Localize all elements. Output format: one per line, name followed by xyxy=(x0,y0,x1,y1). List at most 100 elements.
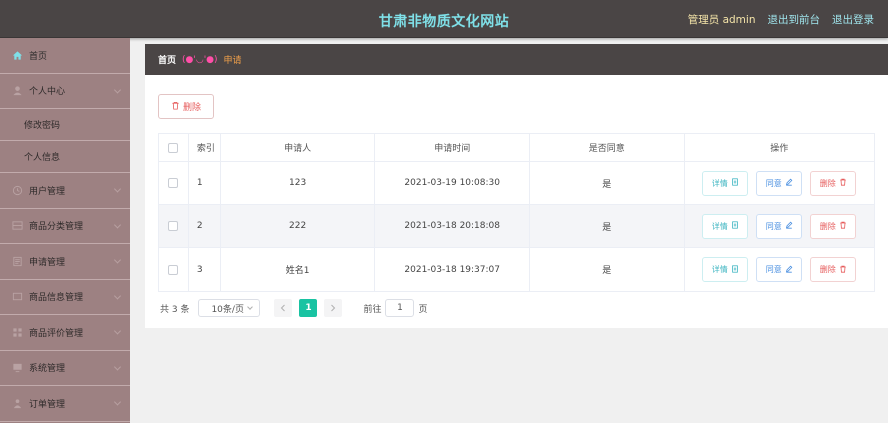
row-checkbox[interactable] xyxy=(168,264,179,275)
delete-button[interactable]: 删除 xyxy=(810,213,857,239)
agree-label: 同意 xyxy=(765,265,782,274)
row-checkbox-cell xyxy=(159,162,189,204)
chevron-down-icon xyxy=(113,292,122,300)
agree-button[interactable]: 同意 xyxy=(756,213,803,239)
cell-applicant: 222 xyxy=(221,205,376,247)
header-index: 索引 xyxy=(189,134,221,161)
sidebar-item-home[interactable]: 首页 xyxy=(0,38,130,74)
cell-applicant: 123 xyxy=(221,162,376,204)
row-checkbox-cell xyxy=(159,248,189,291)
goto-page-input[interactable]: 1 xyxy=(385,299,415,317)
prev-page-button[interactable] xyxy=(274,299,293,317)
chevron-down-icon xyxy=(113,86,122,94)
cell-time: 2021-03-18 19:37:07 xyxy=(375,248,530,291)
row-checkbox[interactable] xyxy=(168,221,179,231)
sidebar-item-label: 订单管理 xyxy=(29,399,66,410)
breadcrumb-face: (●'◡'●) xyxy=(182,54,218,65)
next-page-button[interactable] xyxy=(324,299,343,317)
document-icon xyxy=(731,178,739,188)
main-panel: 删除 索引 申请人 申请时间 是否同意 操作 1 123 2021-03-19 … xyxy=(145,75,888,328)
cell-actions: 详情 同意 删除 xyxy=(685,162,874,204)
delete-label: 删除 xyxy=(819,178,836,188)
chevron-left-icon xyxy=(281,304,286,312)
sidebar-item-user-management[interactable]: 用户管理 xyxy=(0,173,130,209)
cell-time: 2021-03-19 10:08:30 xyxy=(375,162,530,204)
header-actions: 操作 xyxy=(770,144,789,154)
table-row: 2 222 2021-03-18 20:18:08 是 详情 同意 删除 xyxy=(159,205,874,248)
edit-icon xyxy=(785,221,793,231)
home-icon xyxy=(12,50,23,61)
cell-time: 2021-03-18 20:18:08 xyxy=(375,205,530,247)
box-icon xyxy=(12,291,23,302)
sidebar: 首页 个人中心 修改密码 个人信息 用户管理 商品分类管理 申请管理 商品信息管 xyxy=(0,38,130,423)
agree-label: 同意 xyxy=(765,178,782,188)
detail-button[interactable]: 详情 xyxy=(702,213,749,239)
page-size-value: 10条/页 xyxy=(211,304,244,315)
edit-icon xyxy=(785,265,793,275)
sidebar-item-system-management[interactable]: 系统管理 xyxy=(0,351,130,386)
trash-icon xyxy=(839,265,847,275)
detail-button[interactable]: 详情 xyxy=(702,170,749,196)
header-checkbox-cell xyxy=(159,134,189,161)
detail-label: 详情 xyxy=(711,265,728,274)
breadcrumb-current: 申请 xyxy=(223,56,242,66)
agree-button[interactable]: 同意 xyxy=(756,257,803,282)
chevron-down-icon xyxy=(113,363,122,371)
sidebar-item-category-management[interactable]: 商品分类管理 xyxy=(0,209,130,244)
delete-button[interactable]: 删除 xyxy=(810,170,857,196)
trash-icon xyxy=(839,178,847,188)
cell-actions: 详情 同意 删除 xyxy=(685,248,874,291)
agree-button[interactable]: 同意 xyxy=(756,170,803,196)
sidebar-item-label: 商品评价管理 xyxy=(29,328,84,339)
admin-label: 管理员 admin xyxy=(687,14,756,26)
trash-icon xyxy=(839,221,847,231)
apps-icon xyxy=(12,327,23,338)
logout-link[interactable]: 退出登录 xyxy=(832,12,874,27)
chevron-down-icon xyxy=(113,327,122,335)
detail-label: 详情 xyxy=(711,178,728,188)
cell-agreed: 是 xyxy=(530,205,685,247)
cell-agreed: 是 xyxy=(530,248,685,291)
clock-icon xyxy=(12,185,23,196)
sidebar-item-label: 商品分类管理 xyxy=(29,222,84,233)
person-icon xyxy=(12,398,23,409)
cell-index: 1 xyxy=(189,162,221,204)
sidebar-item-label: 商品信息管理 xyxy=(29,293,84,304)
batch-delete-button[interactable]: 删除 xyxy=(158,94,214,119)
sidebar-item-label: 首页 xyxy=(29,51,48,62)
sidebar-item-label: 个人中心 xyxy=(29,87,66,98)
select-all-checkbox[interactable] xyxy=(168,142,179,153)
sidebar-item-label: 申请管理 xyxy=(29,257,66,268)
agree-label: 同意 xyxy=(765,221,782,231)
sidebar-item-review-management[interactable]: 商品评价管理 xyxy=(0,315,130,351)
goto-label: 前往 xyxy=(363,304,382,315)
document-icon xyxy=(731,221,739,231)
sidebar-item-application-management[interactable]: 申请管理 xyxy=(0,244,130,280)
page-size-select[interactable]: 10条/页 xyxy=(198,299,261,317)
user-icon xyxy=(12,85,23,96)
top-bar: 甘肃非物质文化网站 管理员 admin 退出到前台 退出登录 xyxy=(0,0,888,38)
page-suffix: 页 xyxy=(418,304,428,315)
page-number-current[interactable]: 1 xyxy=(299,299,318,317)
sidebar-subitem-change-password[interactable]: 修改密码 xyxy=(0,109,130,141)
cell-index: 2 xyxy=(189,205,221,247)
row-checkbox-cell xyxy=(159,205,189,247)
sidebar-item-personal-center[interactable]: 个人中心 xyxy=(0,74,130,109)
header-applicant: 申请人 xyxy=(221,134,376,161)
top-links: 管理员 admin 退出到前台 退出登录 xyxy=(688,12,874,27)
sidebar-item-product-info-management[interactable]: 商品信息管理 xyxy=(0,280,130,315)
sidebar-item-label: 用户管理 xyxy=(29,186,66,197)
row-checkbox[interactable] xyxy=(168,178,179,188)
edit-icon xyxy=(785,178,793,188)
chevron-down-icon xyxy=(247,304,254,310)
breadcrumb-home[interactable]: 首页 xyxy=(158,53,176,66)
breadcrumb: 首页 (●'◡'●) 申请 xyxy=(145,44,888,75)
front-link[interactable]: 退出到前台 xyxy=(768,12,821,27)
cell-index: 3 xyxy=(189,248,221,291)
trash-icon xyxy=(171,101,180,113)
delete-label: 删除 xyxy=(819,221,836,231)
sidebar-item-order-management[interactable]: 订单管理 xyxy=(0,386,130,422)
sidebar-subitem-personal-info[interactable]: 个人信息 xyxy=(0,141,130,173)
detail-button[interactable]: 详情 xyxy=(702,257,749,282)
delete-button[interactable]: 删除 xyxy=(810,257,857,282)
